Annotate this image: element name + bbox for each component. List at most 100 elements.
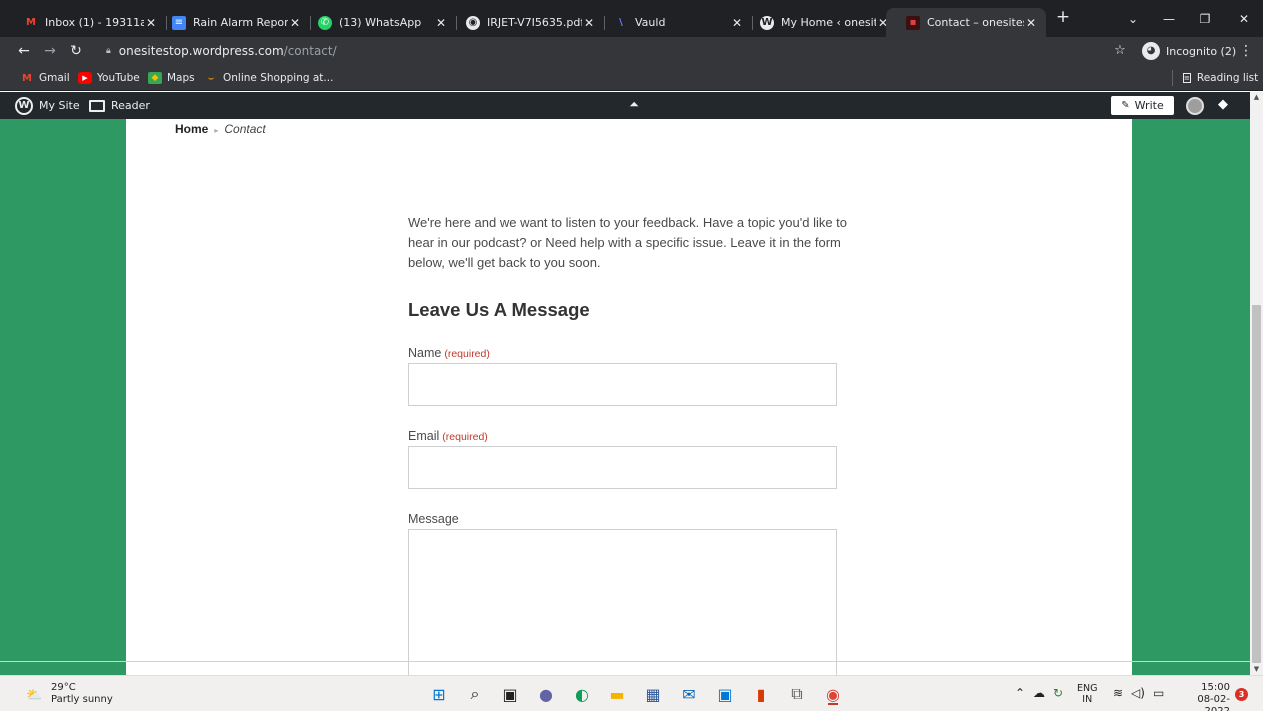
teams-chat-icon[interactable]: ● <box>535 683 557 705</box>
search-icon[interactable]: ⌕ <box>464 683 486 705</box>
bookmark-shopping[interactable]: ⌣ Online Shopping at... <box>204 70 334 86</box>
bookmarks-bar: M Gmail ▶ YouTube ◆ Maps ⌣ Online Shoppi… <box>0 65 1263 91</box>
close-window-button[interactable]: ✕ <box>1233 8 1255 30</box>
reader-icon <box>89 99 105 112</box>
divider <box>0 661 1250 662</box>
address-bar[interactable]: 🔒︎ onesitestop.wordpress.com/contact/ <box>96 39 1116 63</box>
browser-toolbar: ← → ↻ 🔒︎ onesitestop.wordpress.com/conta… <box>0 37 1263 65</box>
reload-button[interactable]: ↻ <box>66 41 86 61</box>
close-icon[interactable]: ✕ <box>1024 16 1038 30</box>
scroll-down-icon[interactable]: ▼ <box>1253 666 1260 673</box>
avatar[interactable] <box>1186 97 1204 115</box>
incognito-icon: ◕ <box>1142 42 1160 60</box>
wifi-icon[interactable]: ≋ <box>1113 686 1123 700</box>
browser-tab-strip: M Inbox (1) - 19311a19 ✕ ≡ Rain Alarm Re… <box>0 0 1263 37</box>
tab-search-icon[interactable]: ⌄ <box>1122 8 1144 30</box>
chrome-icon[interactable]: ◉ <box>822 683 844 705</box>
bookmark-gmail[interactable]: M Gmail <box>20 70 70 86</box>
message-label: Message <box>408 512 459 526</box>
edge-icon[interactable]: ◐ <box>571 683 593 705</box>
restore-button[interactable]: ❐ <box>1194 8 1216 30</box>
active-app-indicator <box>828 703 838 705</box>
volume-icon[interactable]: ◁) <box>1131 686 1145 700</box>
breadcrumb-home-link[interactable]: Home <box>175 122 208 136</box>
notifications-bell-icon[interactable]: ◆ <box>1218 97 1234 113</box>
store-icon[interactable]: ▦ <box>642 683 664 705</box>
windows-start-icon[interactable]: ⊞ <box>428 683 450 705</box>
notification-badge[interactable]: 3 <box>1235 688 1248 701</box>
maps-icon: ◆ <box>148 72 162 84</box>
tab-wordpress-home[interactable]: W My Home ‹ onesitesto ✕ <box>740 8 898 37</box>
office-icon[interactable]: ▮ <box>750 683 772 705</box>
site-icon: ▪ <box>906 15 920 30</box>
page-content: Home ▸ Contact We're here and we want to l… <box>126 119 1132 675</box>
page-scrollbar[interactable]: ▲ ▼ <box>1250 92 1263 675</box>
scroll-up-icon[interactable]: ▲ <box>1253 94 1260 101</box>
name-label: Name (required) <box>408 346 490 360</box>
breadcrumb: Home ▸ Contact <box>175 122 266 136</box>
task-view-icon[interactable]: ▣ <box>499 683 521 705</box>
temperature: 29°C <box>51 682 76 693</box>
gmail-icon: M <box>22 72 32 84</box>
mail-icon[interactable]: ✉ <box>678 683 700 705</box>
url-host: onesitestop.wordpress.com <box>118 44 284 58</box>
collapse-icon[interactable]: ⏶ <box>627 97 641 111</box>
tab-vauld[interactable]: \ Vauld ✕ <box>594 8 753 37</box>
message-textarea[interactable] <box>408 529 837 675</box>
tab-docs[interactable]: ≡ Rain Alarm Report.do ✕ <box>152 8 311 37</box>
reader-button[interactable]: Reader <box>89 92 150 119</box>
tab-contact[interactable]: ▪ Contact – onesitestop ✕ <box>886 8 1046 37</box>
menu-kebab-icon[interactable]: ⋮ <box>1236 41 1256 61</box>
vauld-icon: \ <box>619 17 623 28</box>
required-indicator: (required) <box>442 431 488 443</box>
my-site-button[interactable]: W My Site <box>15 92 80 119</box>
gmail-icon: M <box>26 17 36 28</box>
breadcrumb-separator-icon: ▸ <box>214 126 219 135</box>
name-input[interactable] <box>408 363 837 406</box>
network-app-icon[interactable]: ⧉ <box>786 683 808 705</box>
incognito-indicator[interactable]: ◕ Incognito (2) <box>1142 40 1236 62</box>
url-path: /contact/ <box>283 44 337 58</box>
wordpress-icon: W <box>15 96 33 115</box>
wordpress-admin-bar: W My Site Reader ⏶ ✎ Write ◆ <box>0 92 1250 119</box>
breadcrumb-current: Contact <box>224 122 266 136</box>
bookmark-maps[interactable]: ◆ Maps <box>148 70 195 86</box>
required-indicator: (required) <box>444 348 490 360</box>
shopping-icon: ⌣ <box>207 72 215 84</box>
weather-widget[interactable]: ⛅ 29°C Partly sunny <box>26 682 113 706</box>
reading-list-icon: ≡ <box>1183 73 1191 83</box>
onedrive-icon[interactable]: ☁ <box>1033 686 1045 700</box>
reading-list-button[interactable]: ≡ Reading list <box>1172 70 1258 86</box>
minimize-button[interactable]: — <box>1158 8 1180 30</box>
forward-button[interactable]: → <box>40 41 60 61</box>
page-viewport: Home ▸ Contact We're here and we want to l… <box>0 119 1250 675</box>
pen-icon: ✎ <box>1121 100 1130 111</box>
language-indicator[interactable]: ENG IN <box>1077 683 1097 705</box>
tab-whatsapp[interactable]: ✆ (13) WhatsApp ✕ <box>298 8 457 37</box>
write-button[interactable]: ✎ Write <box>1111 96 1174 115</box>
dell-icon[interactable]: ▣ <box>714 683 736 705</box>
windows-taskbar: ⛅ 29°C Partly sunny ⊞ ⌕ ▣ ● ◐ ▬ ▦ ✉ ▣ ▮ … <box>0 675 1263 711</box>
clock[interactable]: 15:00 08-02-2022 <box>1176 682 1230 711</box>
email-input[interactable] <box>408 446 837 489</box>
youtube-icon: ▶ <box>78 72 92 84</box>
file-explorer-icon[interactable]: ▬ <box>606 683 628 705</box>
lock-icon: 🔒︎ <box>106 46 111 56</box>
weather-condition: Partly sunny <box>51 694 113 705</box>
new-tab-button[interactable]: + <box>1054 8 1072 26</box>
scrollbar-thumb[interactable] <box>1252 305 1261 663</box>
whatsapp-icon: ✆ <box>318 15 332 30</box>
show-hidden-icons-icon[interactable]: ⌃ <box>1015 686 1025 700</box>
sync-icon[interactable]: ↻ <box>1053 686 1063 700</box>
wordpress-icon: W <box>760 15 774 30</box>
docs-icon: ≡ <box>172 15 186 30</box>
tab-gmail[interactable]: M Inbox (1) - 19311a19 ✕ <box>4 8 167 37</box>
bookmark-star-icon[interactable]: ☆ <box>1110 41 1130 61</box>
bookmark-youtube[interactable]: ▶ YouTube <box>78 70 140 86</box>
email-label: Email (required) <box>408 429 488 443</box>
back-button[interactable]: ← <box>14 41 34 61</box>
battery-icon[interactable]: ▭ <box>1153 686 1164 700</box>
partly-sunny-icon: ⛅ <box>26 688 43 703</box>
tab-pdf[interactable]: ◉ IRJET-V7I5635.pdf ✕ <box>446 8 605 37</box>
intro-text: We're here and we want to listen to your… <box>408 215 848 270</box>
